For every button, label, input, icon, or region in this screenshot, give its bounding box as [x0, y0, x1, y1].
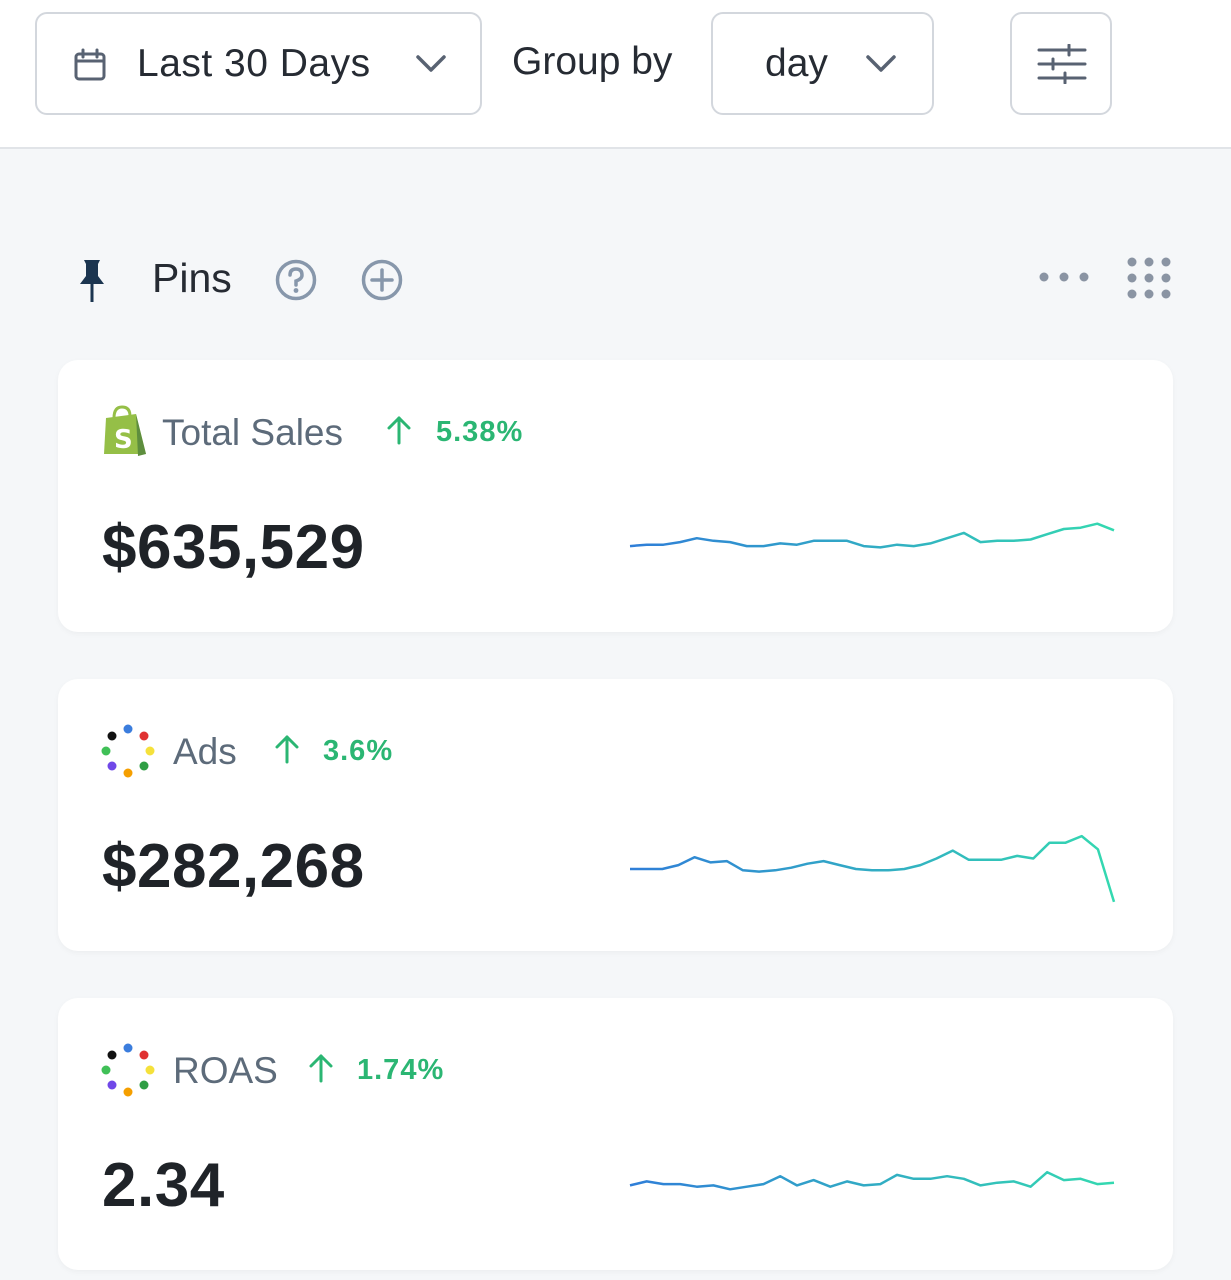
more-horizontal-icon[interactable]: [1038, 270, 1092, 288]
group-by-value: day: [765, 42, 828, 85]
date-range-select[interactable]: Last 30 Days: [35, 12, 482, 115]
pin-card-total-sales[interactable]: S Total Sales 5.38% $635,529: [58, 360, 1173, 632]
pin-card-roas[interactable]: ROAS 1.74% 2.34: [58, 998, 1173, 1270]
chevron-down-icon: [865, 54, 897, 79]
top-toolbar: Last 30 Days Group by day: [0, 0, 1231, 149]
sparkline-series: [630, 834, 1116, 903]
help-icon[interactable]: [274, 258, 318, 307]
card-change: 3.6%: [323, 735, 394, 767]
grid-dots-icon[interactable]: [1126, 256, 1174, 309]
filter-settings-button[interactable]: [1010, 12, 1112, 115]
arrow-up-icon: [274, 733, 300, 770]
chevron-down-icon: [415, 54, 447, 79]
date-range-label: Last 30 Days: [137, 42, 371, 85]
card-value: $635,529: [102, 513, 365, 582]
sparkline-chart: [629, 522, 1115, 549]
card-title: Ads: [173, 731, 237, 772]
sparkline-chart: [629, 1170, 1115, 1191]
ads-dots-icon: [100, 723, 156, 784]
svg-text:S: S: [114, 425, 133, 455]
card-value: 2.34: [102, 1151, 225, 1220]
calendar-icon: [73, 48, 107, 87]
sparkline-series: [629, 522, 1115, 549]
card-value: $282,268: [102, 832, 365, 901]
arrow-up-icon: [308, 1052, 334, 1089]
sliders-icon: [1037, 44, 1087, 84]
card-change: 1.74%: [357, 1054, 445, 1086]
sparkline-series: [629, 1170, 1115, 1191]
card-title: ROAS: [173, 1050, 278, 1091]
pin-icon: [78, 258, 106, 309]
card-change: 5.38%: [436, 416, 524, 448]
add-circle-icon[interactable]: [360, 258, 404, 307]
ads-dots-icon: [100, 1042, 156, 1103]
group-by-label: Group by: [512, 40, 673, 83]
pin-card-ads[interactable]: Ads 3.6% $282,268: [58, 679, 1173, 951]
card-title: Total Sales: [162, 412, 343, 453]
pins-header: Pins: [0, 240, 1231, 320]
shopify-icon: S: [100, 404, 148, 463]
arrow-up-icon: [386, 414, 412, 451]
sparkline-chart: [630, 834, 1116, 903]
group-by-select[interactable]: day: [711, 12, 934, 115]
pins-title: Pins: [152, 255, 232, 301]
